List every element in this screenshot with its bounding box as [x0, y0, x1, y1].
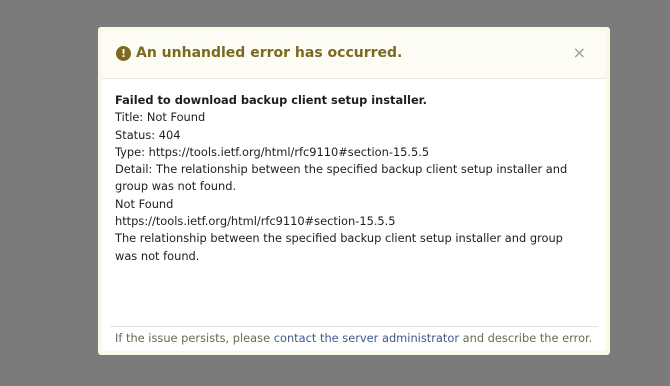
- dialog-header: ! An unhandled error has occurred. ×: [102, 31, 606, 79]
- close-button[interactable]: ×: [573, 44, 586, 62]
- exclamation-circle-icon: !: [116, 46, 131, 61]
- dialog-footer: If the issue persists, please contact th…: [115, 331, 592, 345]
- error-description-line: The relationship between the specified b…: [115, 231, 563, 263]
- error-status-line: Status: 404: [115, 127, 181, 142]
- footer-prefix-text: If the issue persists, please: [115, 331, 274, 345]
- error-dialog: ! An unhandled error has occurred. × Fai…: [98, 27, 610, 355]
- error-details: Failed to download backup client setup i…: [115, 92, 585, 265]
- dialog-title: An unhandled error has occurred.: [136, 45, 403, 61]
- error-title-line: Title: Not Found: [115, 110, 206, 125]
- error-type-line: Type: https://tools.ietf.org/html/rfc911…: [115, 144, 430, 159]
- error-url-line: https://tools.ietf.org/html/rfc9110#sect…: [115, 214, 396, 229]
- footer-suffix-text: and describe the error.: [459, 331, 593, 345]
- error-message-line: Not Found: [115, 196, 174, 211]
- error-detail-line: Detail: The relationship between the spe…: [115, 162, 568, 194]
- contact-admin-link[interactable]: contact the server administrator: [274, 331, 459, 345]
- footer-divider: [110, 326, 598, 327]
- error-heading: Failed to download backup client setup i…: [115, 93, 427, 107]
- error-dialog-content: ! An unhandled error has occurred. × Fai…: [102, 31, 606, 351]
